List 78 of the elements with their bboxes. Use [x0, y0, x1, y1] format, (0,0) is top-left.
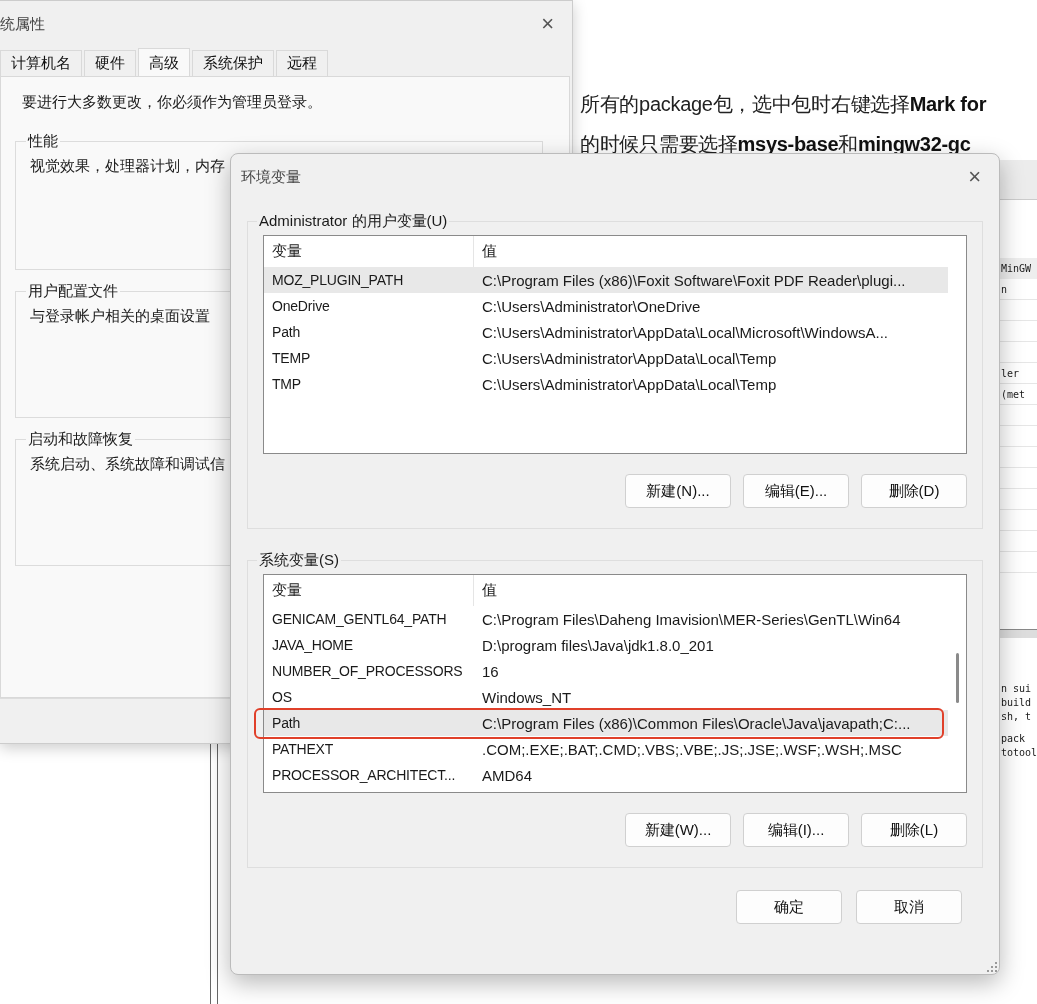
variable-row[interactable]: Path C:\Program Files (x86)\Common Files\Oracle\Java\javapath;C:...: [264, 710, 948, 736]
variable-name: GENICAM_GENTL64_PATH: [271, 611, 448, 627]
window-title: 统属性: [0, 14, 45, 34]
variable-value: C:\Program Files (x86)\Common Files\Oracle\Java\javapath;C:...: [481, 714, 911, 732]
variable-value: D:\program files\Java\jdk1.8.0_201: [481, 636, 714, 654]
variable-row[interactable]: PROCESSOR_ARCHITECT... AMD64: [264, 762, 948, 788]
package-row-text: n: [1000, 282, 1009, 297]
column-header[interactable]: 值: [474, 575, 497, 606]
variable-row[interactable]: TMP C:\Users\Administrator\AppData\Local\Temp: [264, 371, 948, 397]
description-text: build: [1001, 696, 1033, 710]
article-text: 的时候只需要选择msys-base和mingw32-gc: [580, 132, 972, 157]
group-title: 性能: [26, 132, 59, 151]
variable-name: PATHEXT: [271, 741, 335, 757]
group-description: 与登录帐户相关的桌面设置: [30, 307, 210, 324]
variable-name: PROCESSOR_ARCHITECT...: [271, 767, 457, 783]
variable-name: Path: [271, 324, 301, 340]
variable-name: Path: [271, 715, 301, 731]
tab[interactable]: 高级: [138, 48, 190, 77]
list-button[interactable]: 新建(N)...: [625, 474, 731, 508]
variable-row[interactable]: PATHEXT .COM;.EXE;.BAT;.CMD;.VBS;.VBE;.JS;.JSE;.WSF;.WSH;.MSC: [264, 736, 948, 762]
list-button[interactable]: 编辑(E)...: [743, 474, 849, 508]
variable-name: OneDrive: [271, 298, 331, 314]
window-title: 环境变量: [241, 167, 301, 187]
close-button[interactable]: ×: [964, 164, 985, 190]
variable-row[interactable]: JAVA_HOME D:\program files\Java\jdk1.8.0_201: [264, 632, 948, 658]
variable-name: TEMP: [271, 350, 312, 366]
tab[interactable]: 系统保护: [192, 50, 274, 76]
variable-name: NUMBER_OF_PROCESSORS: [271, 663, 464, 679]
variable-list[interactable]: [263, 235, 967, 454]
variable-name: TMP: [271, 376, 302, 392]
variable-value: .COM;.EXE;.BAT;.CMD;.VBS;.VBE;.JS;.JSE;.WSF;.WSH;.MSC: [481, 740, 902, 758]
variable-row[interactable]: Path C:\Users\Administrator\AppData\Local\Microsoft\WindowsA...: [264, 319, 948, 345]
variable-row[interactable]: OS Windows_NT: [264, 684, 948, 710]
group-title: 用户配置文件: [27, 282, 119, 301]
variable-value: C:\Program Files\Daheng Imavision\MER-Series\GenTL\Win64: [481, 610, 901, 628]
variable-name: JAVA_HOME: [271, 637, 354, 653]
variable-value: C:\Users\Administrator\AppData\Local\Microsoft\WindowsA...: [481, 323, 888, 341]
variable-value: AMD64: [481, 766, 533, 784]
variable-name: MOZ_PLUGIN_PATH: [271, 272, 405, 288]
group-description: 系统启动、系统故障和调试信: [30, 455, 225, 472]
column-header[interactable]: 值: [474, 236, 497, 267]
list-button[interactable]: 编辑(I)...: [743, 813, 849, 847]
group-description: 视觉效果，处理器计划，内存: [30, 157, 225, 174]
tab[interactable]: 硬件: [84, 50, 136, 76]
package-row-text: ler: [1000, 366, 1021, 381]
group-title: 系统变量(S): [258, 551, 340, 570]
resize-grip-icon[interactable]: [987, 962, 997, 972]
variable-row[interactable]: NUMBER_OF_PROCESSORS 16: [264, 658, 948, 684]
variable-value: C:\Users\Administrator\AppData\Local\Temp: [481, 375, 777, 393]
dialog-button[interactable]: 确定: [736, 890, 842, 924]
group-title: 启动和故障恢复: [27, 430, 134, 449]
variable-value: C:\Users\Administrator\OneDrive: [481, 297, 701, 315]
variable-row[interactable]: TEMP C:\Users\Administrator\AppData\Local\Temp: [264, 345, 948, 371]
article-text: 所有的package包，选中包时右键选择Mark for: [580, 92, 988, 117]
list-button[interactable]: 删除(D): [861, 474, 967, 508]
variable-value: Windows_NT: [481, 688, 572, 706]
variable-row[interactable]: GENICAM_GENTL64_PATH C:\Program Files\Daheng Imavision\MER-Series\GenTL\Win64: [264, 606, 948, 632]
package-row-text: (met: [1000, 387, 1027, 402]
description-text: sh, t: [1001, 710, 1033, 724]
list-button[interactable]: 删除(L): [861, 813, 967, 847]
description-text: totool: [1001, 746, 1037, 760]
notice-text: 要进行大多数更改，你必须作为管理员登录。: [21, 93, 323, 112]
description-text: n sui: [1001, 682, 1033, 696]
tab[interactable]: 计算机名: [0, 50, 82, 76]
description-text: pack: [1001, 732, 1027, 746]
table-header: MinGW: [999, 257, 1037, 279]
list-button[interactable]: 新建(W)...: [625, 813, 731, 847]
variable-row[interactable]: OneDrive C:\Users\Administrator\OneDrive: [264, 293, 948, 319]
variable-value: 16: [481, 662, 499, 680]
column-header[interactable]: 变量: [264, 575, 474, 606]
variable-value: C:\Program Files (x86)\Foxit Software\Foxit PDF Reader\plugi...: [481, 271, 906, 289]
variable-value: C:\Users\Administrator\AppData\Local\Temp: [481, 349, 777, 367]
close-button[interactable]: ×: [537, 11, 558, 37]
group-title: Administrator 的用户变量(U): [258, 212, 449, 231]
dialog-button[interactable]: 取消: [856, 890, 962, 924]
tab[interactable]: 远程: [276, 50, 328, 76]
variable-row[interactable]: MOZ_PLUGIN_PATH C:\Program Files (x86)\Foxit Software\Foxit PDF Reader\plugi...: [264, 267, 948, 293]
variable-name: OS: [271, 689, 293, 705]
